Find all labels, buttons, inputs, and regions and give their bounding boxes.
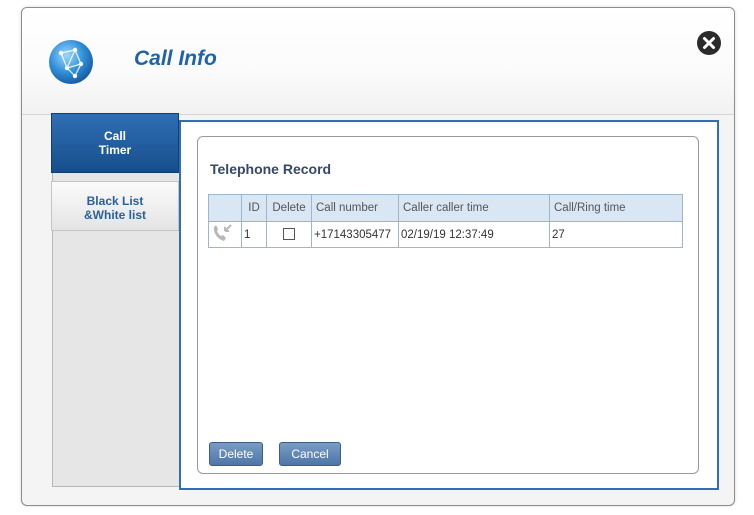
column-header-id: ID (241, 194, 267, 222)
id-cell: 1 (241, 221, 267, 248)
telephone-record-table: ID Delete Call number Caller caller time… (208, 194, 683, 248)
sidebar-item-label: Timer (98, 143, 132, 157)
section-title: Telephone Record (210, 161, 332, 177)
page-title: Call Info (134, 47, 217, 70)
sidebar-item-label: Call (103, 129, 126, 143)
dialog-header: Call Info (22, 8, 734, 115)
caller-time-cell: 02/19/19 12:37:49 (398, 221, 550, 248)
cancel-button[interactable]: Cancel (279, 442, 341, 466)
globe-network-icon (49, 40, 93, 84)
telephone-record-panel: Telephone Record ID Delete Call number C… (197, 136, 699, 474)
sidebar-item-call-timer[interactable]: Call Timer (51, 113, 179, 173)
icon-column-header (208, 194, 242, 222)
call-type-cell (208, 221, 242, 248)
delete-cell (266, 221, 312, 248)
delete-button[interactable]: Delete (209, 442, 263, 466)
table-header-row: ID Delete Call number Caller caller time… (208, 194, 683, 222)
delete-checkbox[interactable] (283, 228, 295, 241)
call-number-cell: +17143305477 (311, 221, 399, 248)
column-header-caller-time: Caller caller time (398, 194, 550, 222)
column-header-call-number: Call number (311, 194, 399, 222)
sidebar-item-black-white-list[interactable]: Black List &White list (51, 181, 179, 231)
sidebar-item-label: Black List (86, 194, 144, 208)
close-icon[interactable] (696, 30, 722, 56)
column-header-ring-time: Call/Ring time (549, 194, 683, 222)
ring-time-cell: 27 (549, 221, 683, 248)
incoming-call-icon (213, 224, 232, 241)
main-content: Telephone Record ID Delete Call number C… (179, 120, 719, 490)
column-header-delete: Delete (266, 194, 312, 222)
table-row: 1 +17143305477 02/19/19 12:37:49 27 (208, 221, 683, 248)
sidebar (52, 121, 180, 487)
sidebar-item-label: &White list (84, 208, 146, 222)
